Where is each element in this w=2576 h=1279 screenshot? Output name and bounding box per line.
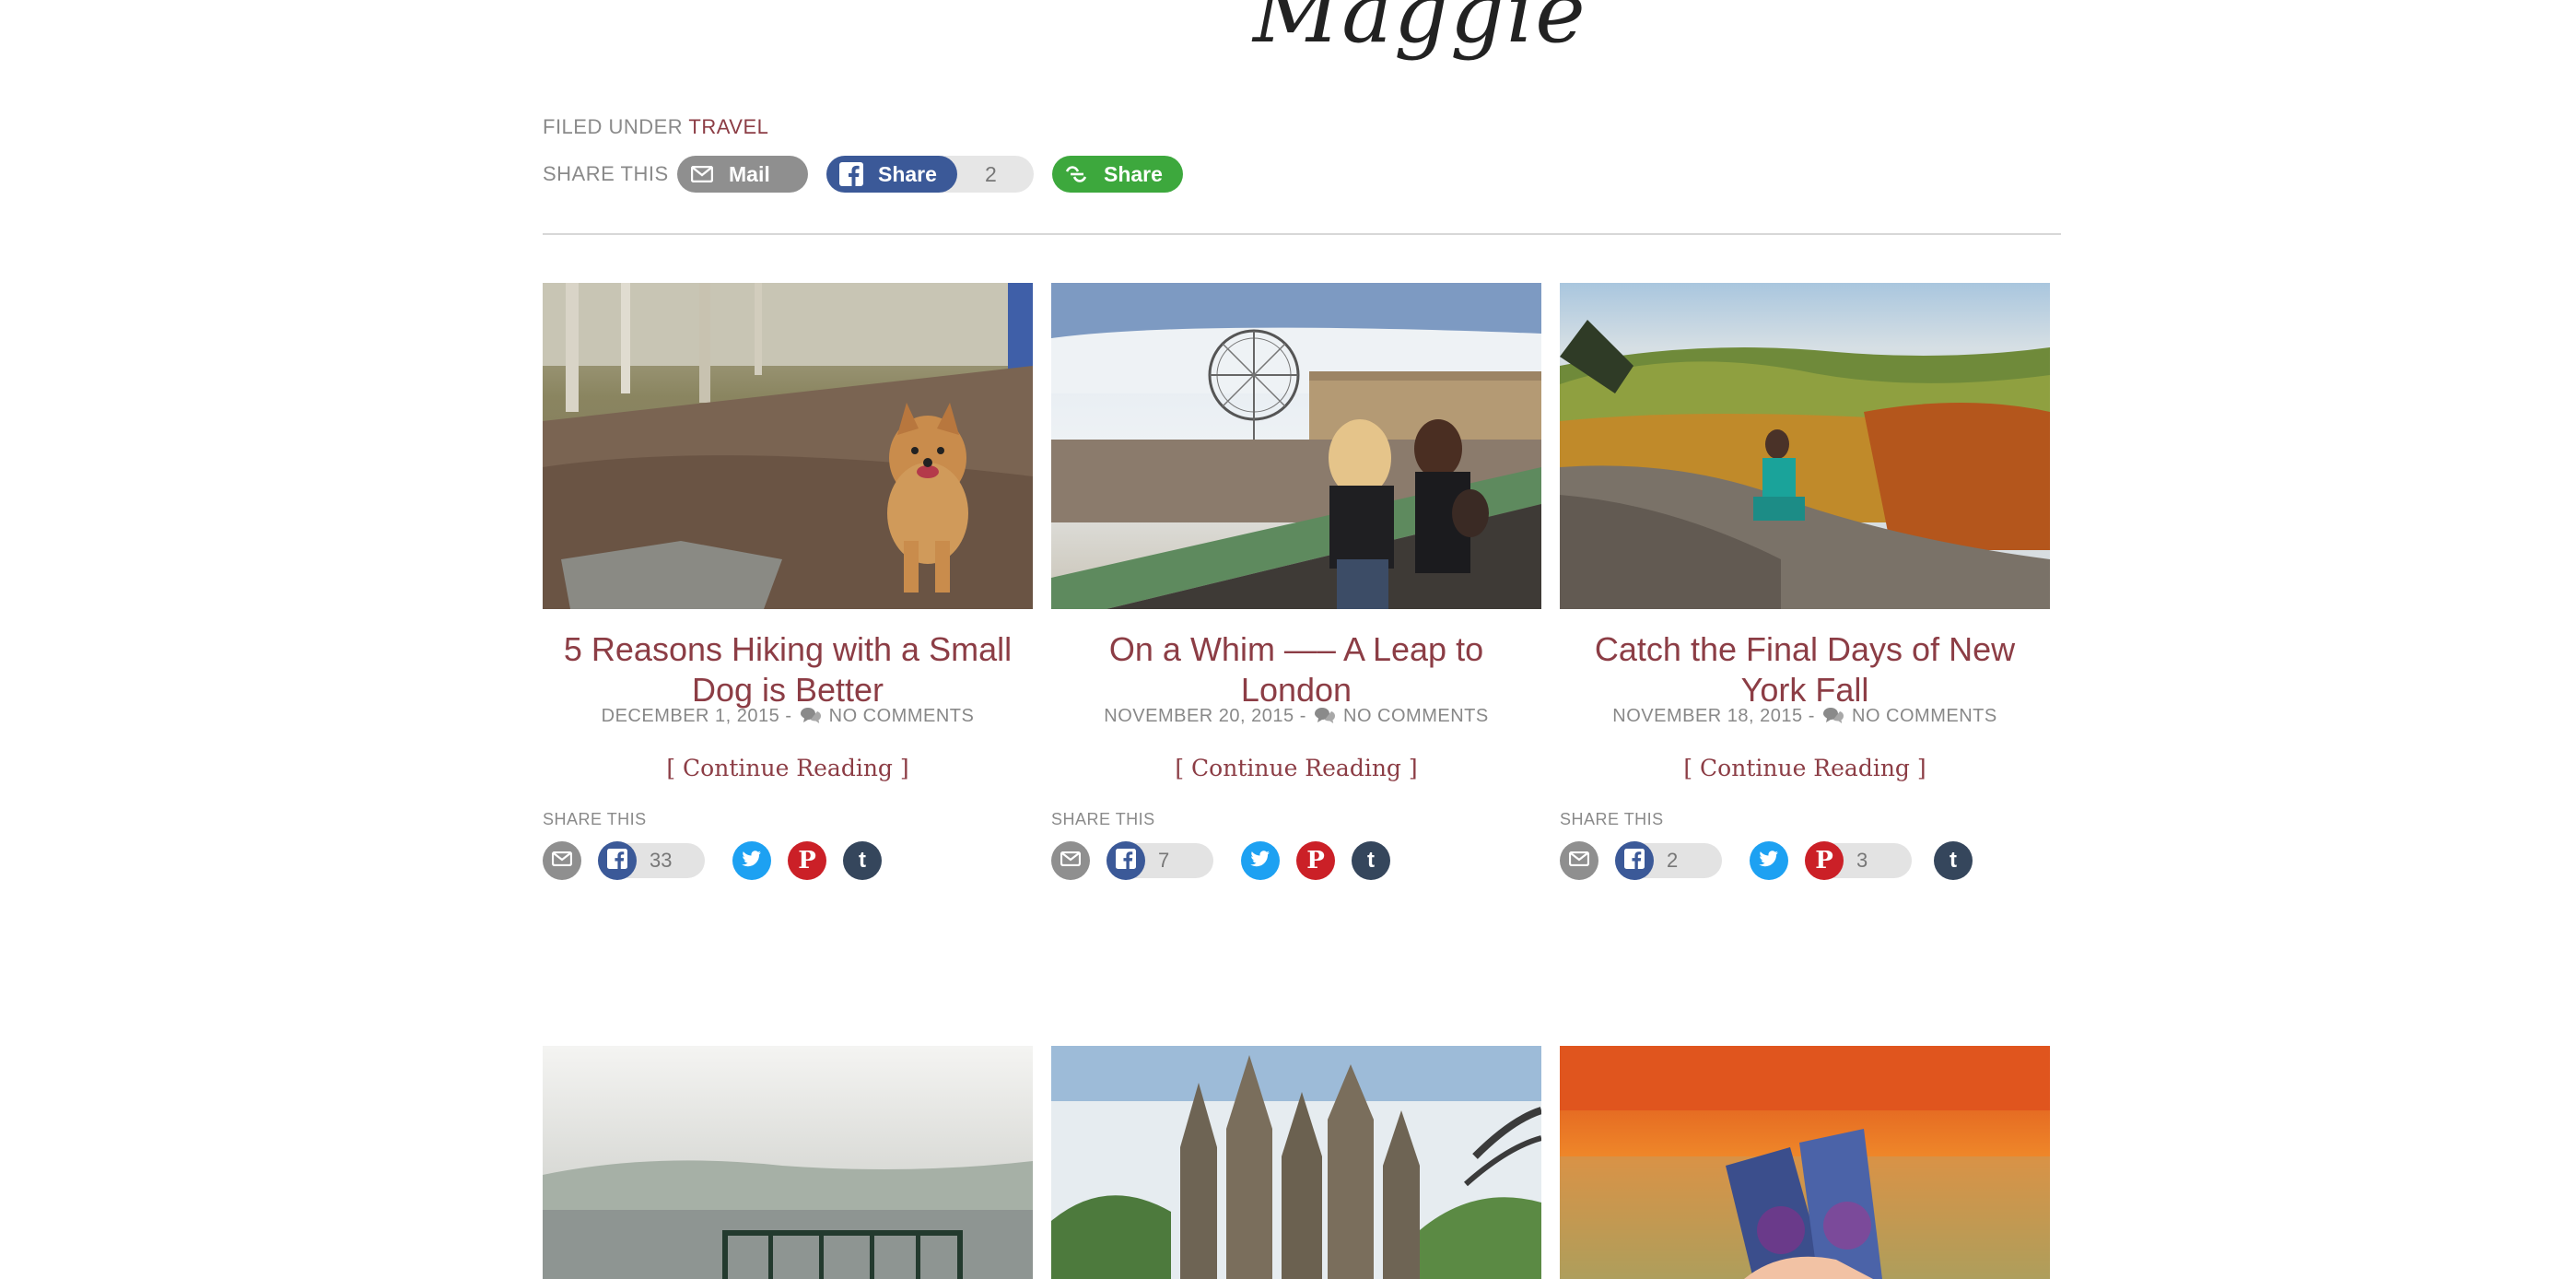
continue-reading-link[interactable]: [ Continue Reading ] — [543, 755, 1033, 781]
pinterest-share-button[interactable]: P — [1296, 841, 1335, 880]
mail-share-button[interactable]: Mail — [677, 156, 808, 193]
mail-icon — [1568, 851, 1590, 871]
more-share-label: Share — [1104, 161, 1163, 186]
facebook-icon — [839, 162, 863, 186]
tumblr-icon: t — [859, 848, 866, 873]
mail-icon — [551, 851, 573, 871]
filed-under-label: FILED UNDER — [543, 115, 684, 138]
share-icons-row: 7 P t — [1051, 841, 1541, 882]
mail-icon — [1060, 851, 1082, 871]
site-signature-logo[interactable]: Maggie — [1253, 0, 1586, 101]
comments-link[interactable]: NO COMMENTS — [829, 706, 975, 726]
facebook-share-count: 2 — [985, 161, 997, 186]
facebook-share-button[interactable] — [1107, 841, 1145, 880]
continue-reading-link[interactable]: [ Continue Reading ] — [1560, 755, 2050, 781]
post-meta: DECEMBER 1, 2015 - NO COMMENTS — [543, 706, 1033, 727]
tumblr-share-button[interactable]: t — [843, 841, 882, 880]
post-thumbnail-london-eye[interactable] — [1051, 283, 1541, 609]
share-this-label: SHARE THIS — [1051, 810, 1155, 828]
post-title-link[interactable]: Catch the Final Days of New York Fall — [1560, 629, 2050, 710]
facebook-count-value: 7 — [1158, 849, 1170, 872]
twitter-share-button[interactable] — [1750, 841, 1788, 880]
mail-icon — [690, 162, 714, 186]
section-divider — [543, 233, 2061, 235]
pinterest-icon: P — [1815, 847, 1833, 874]
facebook-count-value: 33 — [650, 849, 673, 872]
post-thumbnail-universal-tickets[interactable] — [1560, 1046, 2050, 1279]
share-this-label: SHARE THIS — [543, 162, 669, 185]
comment-bubble-icon — [800, 706, 822, 724]
twitter-icon — [1250, 850, 1270, 872]
post-meta: NOVEMBER 20, 2015 - NO COMMENTS — [1051, 706, 1541, 727]
facebook-share-label: Share — [878, 161, 937, 186]
post-card: 5 Reasons Hiking with a Small Dog is Bet… — [543, 283, 1033, 891]
more-share-button[interactable]: Share — [1052, 156, 1183, 193]
twitter-icon — [742, 850, 762, 872]
pinterest-icon: P — [798, 847, 816, 874]
post-thumbnail-new-york-fall[interactable] — [1560, 283, 2050, 609]
post-thumbnail-dog-hiking[interactable] — [543, 283, 1033, 609]
post-date: NOVEMBER 20, 2015 - — [1104, 706, 1306, 726]
facebook-icon — [1116, 848, 1136, 874]
mail-share-button[interactable] — [1560, 841, 1598, 880]
share-this-label: SHARE THIS — [543, 810, 647, 828]
tumblr-icon: t — [1950, 848, 1957, 873]
share-icons-row: 2 3 P t — [1560, 841, 2050, 882]
twitter-icon — [1759, 850, 1779, 872]
comment-bubble-icon — [1822, 706, 1844, 724]
share-icon — [1065, 162, 1089, 186]
continue-reading-link[interactable]: [ Continue Reading ] — [1051, 755, 1541, 781]
share-icons-row: 33 P t — [543, 841, 1033, 882]
facebook-count-value: 2 — [1667, 849, 1679, 872]
facebook-share-button[interactable] — [1615, 841, 1654, 880]
facebook-share-button[interactable]: Share 2 — [826, 156, 1034, 193]
facebook-icon — [1624, 848, 1645, 874]
tumblr-icon: t — [1367, 848, 1375, 873]
post-card: Catch the Final Days of New York Fall NO… — [1560, 283, 2050, 891]
category-link[interactable]: TRAVEL — [688, 115, 768, 138]
filed-under: FILED UNDER TRAVEL — [543, 115, 768, 139]
post-title-link[interactable]: 5 Reasons Hiking with a Small Dog is Bet… — [543, 629, 1033, 710]
page-root: Maggie FILED UNDER TRAVEL SHARE THIS Mai… — [0, 0, 2576, 1279]
pinterest-share-button[interactable]: P — [1805, 841, 1844, 880]
tumblr-share-button[interactable]: t — [1934, 841, 1973, 880]
pinterest-share-button[interactable]: P — [788, 841, 826, 880]
twitter-share-button[interactable] — [1241, 841, 1280, 880]
facebook-icon — [607, 848, 627, 874]
post-card: On a Whim —– A Leap to London NOVEMBER 2… — [1051, 283, 1541, 891]
post-date: NOVEMBER 18, 2015 - — [1612, 706, 1815, 726]
pinterest-icon: P — [1306, 847, 1325, 874]
mail-share-button[interactable] — [543, 841, 581, 880]
mail-share-label: Mail — [729, 161, 770, 186]
post-meta: NOVEMBER 18, 2015 - NO COMMENTS — [1560, 706, 2050, 727]
pinterest-count-value: 3 — [1856, 849, 1868, 872]
share-this-label: SHARE THIS — [1560, 810, 1664, 828]
post-thumbnail-foggy-lake[interactable] — [543, 1046, 1033, 1279]
post-title-link[interactable]: On a Whim —– A Leap to London — [1051, 629, 1541, 710]
tumblr-share-button[interactable]: t — [1352, 841, 1390, 880]
mail-share-button[interactable] — [1051, 841, 1090, 880]
post-date: DECEMBER 1, 2015 - — [601, 706, 792, 726]
facebook-share-button[interactable] — [598, 841, 637, 880]
comments-link[interactable]: NO COMMENTS — [1852, 706, 1997, 726]
comment-bubble-icon — [1314, 706, 1336, 724]
twitter-share-button[interactable] — [732, 841, 771, 880]
comments-link[interactable]: NO COMMENTS — [1343, 706, 1489, 726]
post-thumbnail-hogwarts-castle[interactable] — [1051, 1046, 1541, 1279]
